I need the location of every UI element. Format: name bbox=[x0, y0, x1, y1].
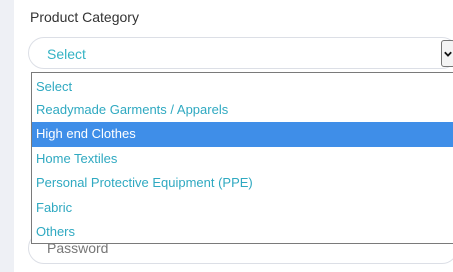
option-select[interactable]: Select bbox=[32, 75, 453, 100]
product-category-select[interactable]: Select bbox=[28, 37, 453, 69]
left-panel-strip bbox=[0, 0, 14, 272]
option-ppe[interactable]: Personal Protective Equipment (PPE) bbox=[32, 171, 453, 196]
option-home-textiles[interactable]: Home Textiles bbox=[32, 147, 453, 172]
option-fabric[interactable]: Fabric bbox=[32, 196, 453, 221]
product-form: Product Category Select Select Readymade… bbox=[0, 0, 453, 272]
product-category-label: Product Category bbox=[30, 9, 139, 25]
option-readymade-garments[interactable]: Readymade Garments / Apparels bbox=[32, 98, 453, 123]
select-current-value: Select bbox=[47, 46, 86, 62]
option-high-end-clothes[interactable]: High end Clothes bbox=[32, 122, 453, 147]
select-dropdown-button[interactable] bbox=[441, 40, 453, 67]
chevron-down-icon bbox=[444, 51, 452, 57]
option-others[interactable]: Others bbox=[32, 220, 453, 245]
category-dropdown-list: Select Readymade Garments / Apparels Hig… bbox=[31, 72, 453, 244]
